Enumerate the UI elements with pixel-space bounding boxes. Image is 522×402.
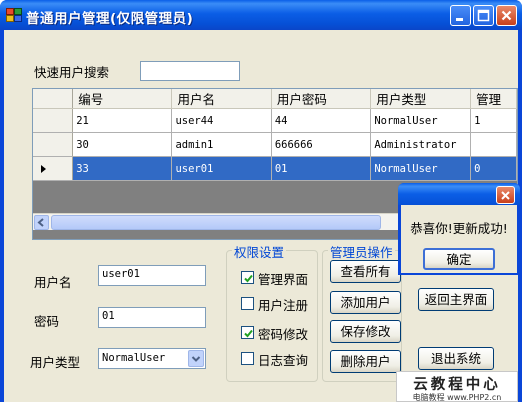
cell-manage[interactable]: 1 [470, 108, 517, 133]
checkbox-user-register[interactable] [241, 297, 254, 310]
password-label: 密码 [34, 314, 60, 329]
message-box-body: 恭喜你!更新成功! 确定 [401, 205, 517, 273]
message-box: 恭喜你!更新成功! 确定 [398, 183, 520, 275]
usertype-selected-value: NormalUser [102, 352, 166, 364]
search-input[interactable] [140, 61, 240, 81]
watermark: 云教程中心 电脑教程 www.PHP2.cn [396, 371, 518, 402]
maximize-icon [477, 9, 490, 22]
watermark-subtitle: 电脑教程 www.PHP2.cn [412, 393, 502, 402]
title-bar[interactable]: 普通用户管理(仅限管理员) [0, 0, 522, 30]
table-row[interactable]: 21 user44 44 NormalUser 1 [33, 108, 517, 133]
usertype-label: 用户类型 [30, 355, 81, 370]
search-label: 快速用户搜索 [34, 65, 110, 80]
cell-id[interactable]: 21 [72, 108, 173, 133]
row-pointer-icon [41, 164, 46, 173]
checkbox-log-query[interactable] [241, 352, 254, 365]
cell-password[interactable]: 01 [271, 156, 372, 181]
checkbox-label[interactable]: 用户注册 [258, 295, 308, 314]
admin-ops-title: 管理员操作 [328, 242, 395, 261]
row-header[interactable] [33, 108, 74, 133]
chevron-left-icon [37, 218, 44, 227]
app-icon [6, 8, 22, 22]
checkmark-icon [244, 329, 253, 338]
row-header-current[interactable] [33, 156, 74, 181]
checkbox-label[interactable]: 密码修改 [258, 324, 308, 343]
cell-manage[interactable] [470, 132, 517, 157]
table-row[interactable]: 30 admin1 666666 Administrator [33, 132, 517, 157]
username-input[interactable]: user01 [98, 265, 206, 286]
message-text: 恭喜你!更新成功! [410, 221, 508, 236]
checkbox-label[interactable]: 日志查询 [258, 350, 308, 369]
header-corner [33, 89, 74, 109]
checkbox-label[interactable]: 管理界面 [258, 269, 308, 288]
cell-username[interactable]: user44 [171, 108, 272, 133]
row-header[interactable] [33, 132, 74, 157]
user-table: 编号 用户名 用户密码 用户类型 管理 21 user44 44 NormalU… [33, 89, 517, 181]
username-label: 用户名 [34, 275, 72, 290]
add-user-button[interactable]: 添加用户 [330, 291, 401, 314]
maximize-button[interactable] [473, 5, 494, 26]
column-header-type[interactable]: 用户类型 [370, 89, 472, 109]
close-button[interactable] [496, 5, 517, 26]
column-header-password[interactable]: 用户密码 [271, 89, 372, 109]
permissions-title: 权限设置 [232, 242, 287, 261]
view-all-button[interactable]: 查看所有 [330, 260, 401, 283]
message-box-close-button[interactable] [496, 186, 515, 204]
ok-button[interactable]: 确定 [423, 248, 495, 270]
minimize-button[interactable] [450, 5, 471, 26]
exit-system-button[interactable]: 退出系统 [418, 347, 494, 370]
cell-manage[interactable]: 0 [470, 156, 517, 181]
cell-username[interactable]: admin1 [171, 132, 272, 157]
cell-password[interactable]: 666666 [271, 132, 372, 157]
return-main-button[interactable]: 返回主界面 [418, 288, 494, 311]
scrollbar-thumb[interactable] [51, 215, 381, 230]
checkbox-password-change[interactable] [241, 326, 254, 339]
cell-type[interactable]: NormalUser [370, 156, 472, 181]
grid-header-row: 编号 用户名 用户密码 用户类型 管理 [33, 89, 517, 109]
column-header-manage[interactable]: 管理 [470, 89, 517, 109]
usertype-select[interactable]: NormalUser [98, 348, 206, 369]
scroll-left-button[interactable] [34, 215, 49, 230]
cell-id[interactable]: 30 [72, 132, 173, 157]
message-box-titlebar[interactable] [398, 183, 520, 205]
minimize-icon [456, 18, 463, 21]
checkmark-icon [244, 274, 253, 283]
save-changes-button[interactable]: 保存修改 [330, 320, 401, 343]
cell-password[interactable]: 44 [271, 108, 372, 133]
cell-username[interactable]: user01 [171, 156, 272, 181]
watermark-title: 云教程中心 [413, 377, 501, 393]
window-title: 普通用户管理(仅限管理员) [26, 11, 194, 27]
close-icon [501, 10, 512, 21]
column-header-username[interactable]: 用户名 [171, 89, 272, 109]
delete-user-button[interactable]: 删除用户 [330, 350, 401, 373]
close-icon [501, 191, 510, 200]
table-row-selected[interactable]: 33 user01 01 NormalUser 0 [33, 156, 517, 181]
checkbox-manage-ui[interactable] [241, 271, 254, 284]
cell-type[interactable]: Administrator [370, 132, 472, 157]
column-header-id[interactable]: 编号 [72, 89, 173, 109]
dropdown-button[interactable] [188, 350, 204, 367]
password-input[interactable]: 01 [98, 307, 206, 328]
cell-type[interactable]: NormalUser [370, 108, 472, 133]
cell-id[interactable]: 33 [72, 156, 173, 181]
chevron-down-icon [191, 356, 201, 362]
